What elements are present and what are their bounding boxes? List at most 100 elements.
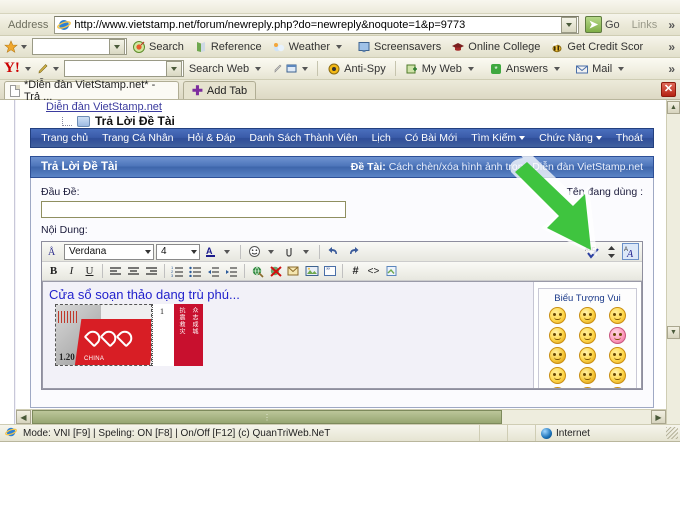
address-input[interactable]: http://www.vietstamp.net/forum/newreply.…	[54, 15, 579, 34]
address-dropdown-icon[interactable]	[560, 16, 577, 33]
insert-image-button[interactable]	[303, 263, 320, 280]
align-center-button[interactable]	[125, 263, 142, 280]
redo-icon[interactable]	[344, 243, 361, 260]
smiley-smile[interactable]	[608, 347, 626, 364]
smiley-confused[interactable]	[578, 347, 596, 364]
nav-item-lich[interactable]: Lịch	[372, 132, 391, 144]
nav-item-trang-ca-nhan[interactable]: Trang Cá Nhân	[102, 132, 173, 144]
ordered-list-button[interactable]: 123	[169, 263, 186, 280]
add-tab-button[interactable]: ✚ Add Tab	[183, 81, 257, 99]
toolbar-item-search[interactable]: Search	[127, 40, 189, 54]
undo-icon[interactable]	[325, 243, 342, 260]
search-web-dropdown-icon[interactable]	[255, 66, 262, 71]
nav-item-co-bai-moi[interactable]: Có Bài Mới	[405, 132, 457, 144]
highlighter-icon[interactable]	[271, 62, 285, 76]
font-size-select[interactable]: 4	[156, 243, 200, 260]
inserted-stamp-image[interactable]: 1.20 CHINA 1 抗震救灾 众志成城	[55, 304, 205, 366]
scroll-down-button[interactable]: ▼	[667, 326, 680, 339]
toolbar-item-reference[interactable]: Reference	[189, 40, 267, 54]
remove-format-icon[interactable]: Å	[45, 243, 62, 260]
attach-dropdown-icon[interactable]	[303, 249, 309, 254]
page-vertical-scrollbar[interactable]: ▲ ▼	[666, 100, 680, 424]
smiley-dropdown-icon[interactable]	[246, 243, 263, 260]
nav-item-hoi-dap[interactable]: Hỏi & Đáp	[188, 132, 236, 144]
close-button[interactable]: ✕	[661, 82, 676, 97]
align-right-button[interactable]	[143, 263, 160, 280]
weather-dropdown-icon[interactable]	[336, 44, 342, 49]
resize-grip[interactable]	[666, 427, 678, 439]
yahoo-search-dropdown-icon[interactable]	[165, 61, 182, 77]
popup-blocker-icon[interactable]	[285, 62, 299, 76]
insert-link-button[interactable]	[249, 263, 266, 280]
smiley-love[interactable]	[549, 347, 567, 364]
links-label[interactable]: Links	[626, 19, 664, 31]
security-zone-cell[interactable]: Internet	[536, 425, 666, 441]
toolbar-item-weather[interactable]: Weather	[267, 40, 352, 54]
nav-item-trang-chu[interactable]: Trang chủ	[41, 132, 88, 144]
mail-dropdown-icon[interactable]	[618, 66, 625, 71]
smiley-shy[interactable]	[578, 387, 596, 388]
yahoo-search-input[interactable]	[63, 60, 184, 77]
smiley-grin[interactable]	[549, 387, 567, 388]
italic-button[interactable]: I	[63, 263, 80, 280]
smiley-sick[interactable]	[549, 327, 567, 344]
spellcheck-icon[interactable]: ABC	[584, 243, 601, 260]
favorites-star-icon[interactable]	[4, 39, 18, 54]
insert-email-button[interactable]	[285, 263, 302, 280]
title-input[interactable]	[41, 201, 346, 218]
answers-dropdown-icon[interactable]	[554, 66, 561, 71]
pencil-icon[interactable]	[36, 62, 50, 76]
toolbar-item-my-web[interactable]: My Web	[400, 62, 484, 76]
smiley-sleepy[interactable]	[578, 327, 596, 344]
attach-icon[interactable]	[281, 243, 298, 260]
toolbar2-overflow-chevron-icon[interactable]: »	[663, 40, 680, 54]
wysiwyg-toggle-icon[interactable]: AA	[622, 243, 639, 260]
nav-item-thoat[interactable]: Thoát	[616, 132, 643, 144]
insert-attachment-button[interactable]	[383, 263, 400, 280]
smiley-wave[interactable]	[608, 387, 626, 388]
toolbar-item-anti-spy[interactable]: Anti-Spy	[322, 62, 391, 76]
font-color-dropdown-icon[interactable]	[224, 249, 230, 254]
unordered-list-button[interactable]	[187, 263, 204, 280]
font-family-select[interactable]: Verdana	[64, 243, 154, 260]
toolbar-item-mail[interactable]: Mail	[570, 62, 634, 76]
smiley-tongue[interactable]	[549, 367, 567, 384]
tab-active[interactable]: *Diễn đàn VietStamp.net* - Trả ...	[4, 79, 179, 103]
search-web-button[interactable]: Search Web	[184, 63, 271, 75]
smiley-angry-pink[interactable]	[608, 327, 626, 344]
pencil-dropdown-icon[interactable]	[52, 66, 59, 71]
toolbar-item-get-credit-score[interactable]: Get Credit Scor	[545, 40, 648, 54]
breadcrumb-link-forum[interactable]: Diễn đàn VietStamp.net	[46, 101, 162, 113]
yahoo-toolbar-overflow-chevron-icon[interactable]: »	[663, 62, 680, 76]
scroll-left-button[interactable]: ◀	[16, 410, 31, 424]
scroll-up-button[interactable]: ▲	[667, 101, 680, 114]
address-overflow-chevron-icon[interactable]: »	[663, 18, 680, 32]
updown-icon[interactable]	[603, 243, 620, 260]
toolbar-item-answers[interactable]: * Answers	[484, 62, 570, 76]
toolbar-search-dropdown-icon[interactable]	[109, 39, 125, 55]
toolbar-search-input[interactable]	[32, 38, 127, 55]
go-button[interactable]: ➤ Go	[579, 15, 626, 35]
nav-item-danh-sach-thanh-vien[interactable]: Danh Sách Thành Viên	[249, 132, 357, 144]
toolbar-item-screensavers[interactable]: Screensavers	[352, 40, 446, 54]
scroll-right-button[interactable]: ▶	[651, 410, 666, 424]
smiley-silly[interactable]	[578, 307, 596, 324]
remove-link-button[interactable]	[267, 263, 284, 280]
insert-html-button[interactable]: <>	[365, 263, 382, 280]
page-horizontal-scrollbar[interactable]: ◀ ⋮ ▶	[16, 409, 666, 424]
outdent-button[interactable]	[205, 263, 222, 280]
favorites-dropdown-icon[interactable]	[21, 44, 27, 49]
smiley-neutral[interactable]	[608, 367, 626, 384]
smiley-wink-wave[interactable]	[608, 307, 626, 324]
font-color-icon[interactable]: A	[202, 243, 219, 260]
popup-blocker-dropdown-icon[interactable]	[302, 66, 309, 71]
nav-item-tim-kiem[interactable]: Tìm Kiếm	[471, 132, 526, 144]
my-web-dropdown-icon[interactable]	[467, 66, 474, 71]
smiley-blush[interactable]	[578, 367, 596, 384]
horizontal-scroll-thumb[interactable]: ⋮	[32, 410, 502, 424]
yahoo-menu-dropdown-icon[interactable]	[24, 66, 31, 71]
align-left-button[interactable]	[107, 263, 124, 280]
indent-button[interactable]	[223, 263, 240, 280]
nav-item-chuc-nang[interactable]: Chức Năng	[539, 132, 602, 144]
insert-code-hash-button[interactable]: #	[347, 263, 364, 280]
